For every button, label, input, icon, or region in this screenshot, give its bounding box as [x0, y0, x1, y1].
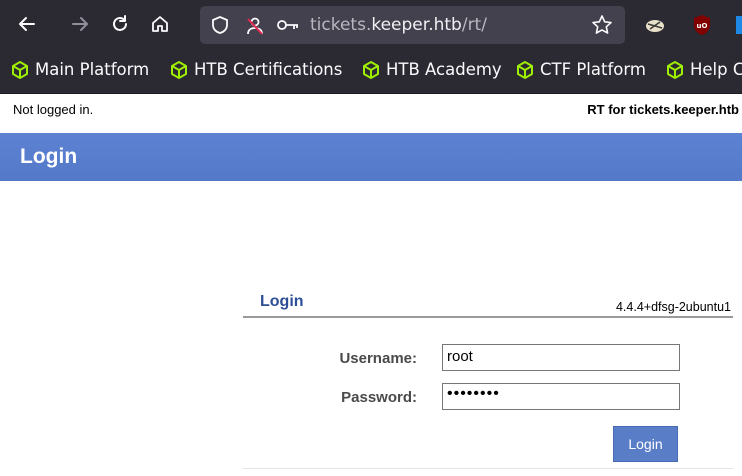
extension-edge-icon[interactable]	[736, 16, 742, 34]
bookmark-label: CTF Platform	[540, 60, 646, 79]
reload-icon[interactable]	[105, 9, 135, 39]
svg-text:uO: uO	[697, 22, 708, 30]
shield-icon[interactable]	[210, 15, 230, 39]
url-prefix: tickets.	[310, 15, 372, 35]
session-strip: Not logged in. RT for tickets.keeper.htb	[0, 95, 742, 125]
password-label: Password:	[341, 389, 417, 406]
htb-cube-icon	[667, 60, 683, 79]
page-header: Login	[0, 133, 742, 181]
bookmark-main-platform[interactable]: Main Platform	[11, 60, 149, 79]
username-label: Username:	[339, 350, 417, 367]
login-status: Not logged in.	[13, 102, 94, 117]
ublock-icon[interactable]: uO	[690, 13, 714, 37]
password-field[interactable]: ••••••••	[442, 383, 680, 410]
home-icon[interactable]	[145, 9, 175, 39]
htb-cube-icon	[517, 60, 533, 79]
url-bar[interactable]: tickets.keeper.htb/rt/	[200, 6, 625, 44]
url-path: /rt/	[461, 15, 487, 35]
bookmark-htb-certifications[interactable]: HTB Certifications	[170, 60, 342, 79]
bookmark-ctf-platform[interactable]: CTF Platform	[516, 60, 646, 79]
username-field[interactable]: root	[442, 344, 680, 371]
htb-cube-icon	[363, 60, 379, 79]
browser-toolbar: tickets.keeper.htb/rt/ uO	[0, 0, 742, 50]
bookmark-label: Help C	[690, 60, 742, 79]
url-host: keeper.htb	[371, 15, 462, 35]
key-icon[interactable]	[276, 15, 300, 39]
bookmarks-bar: Main Platform HTB Certifications HTB Aca…	[0, 50, 742, 94]
page-title: Login	[20, 145, 78, 168]
no-permission-icon[interactable]	[244, 15, 266, 41]
back-icon[interactable]	[12, 9, 42, 39]
rt-instance-label: RT for tickets.keeper.htb	[587, 102, 739, 117]
extension-icon[interactable]	[643, 13, 667, 37]
login-panel: Login 4.4.4+dfsg-2ubuntu1 Username: root…	[243, 290, 742, 476]
login-panel-bottom-border	[243, 468, 733, 469]
bookmark-label: HTB Certifications	[194, 60, 343, 79]
star-icon[interactable]	[591, 14, 613, 40]
bookmark-help-center[interactable]: Help C	[666, 60, 742, 79]
htb-cube-icon	[171, 60, 187, 79]
forward-icon[interactable]	[65, 9, 95, 39]
login-button[interactable]: Login	[613, 426, 678, 462]
login-panel-title: Login	[260, 293, 304, 310]
bookmark-label: Main Platform	[35, 60, 150, 79]
htb-cube-icon	[12, 60, 28, 79]
login-panel-header: Login 4.4.4+dfsg-2ubuntu1	[243, 290, 733, 318]
rt-version: 4.4.4+dfsg-2ubuntu1	[615, 300, 731, 314]
bookmark-htb-academy[interactable]: HTB Academy	[362, 60, 502, 79]
bookmark-label: HTB Academy	[386, 60, 502, 79]
url-text[interactable]: tickets.keeper.htb/rt/	[310, 15, 487, 35]
